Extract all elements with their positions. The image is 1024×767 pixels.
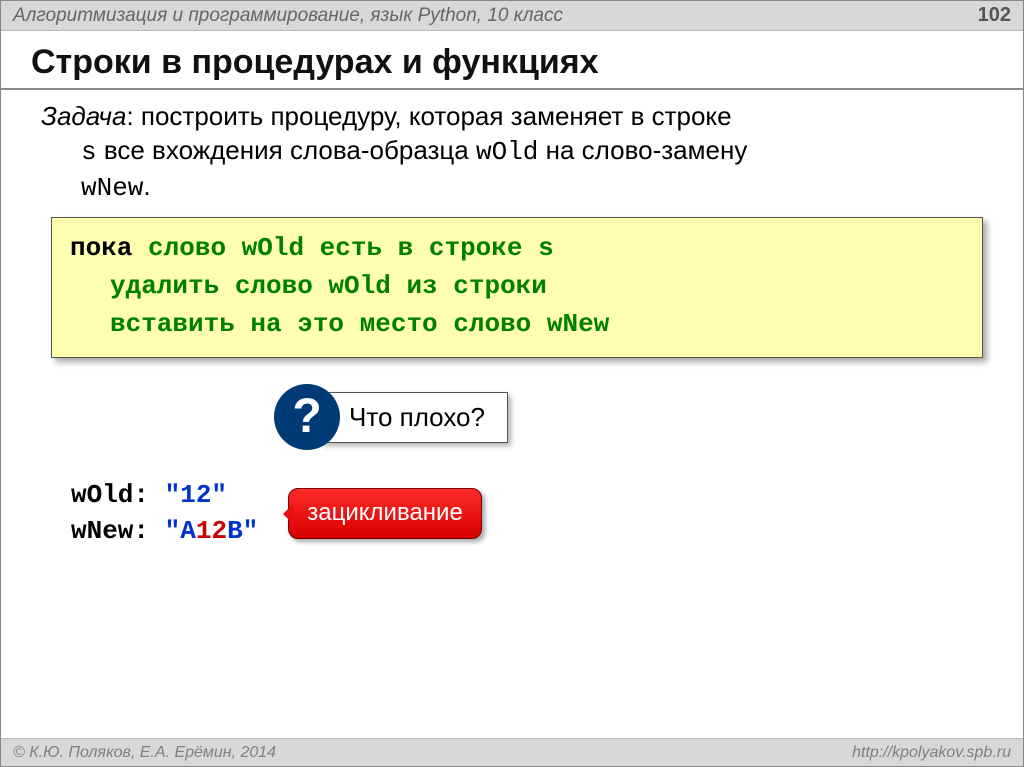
example-wold: wOld: "12": [71, 478, 258, 513]
example-block: wOld: "12" wNew: "A12B" зацикливание: [71, 478, 993, 548]
task-paragraph: Задача: построить процедуру, которая зам…: [41, 100, 993, 205]
question-callout: ? Что плохо?: [276, 386, 993, 448]
task-line1a: : построить процедуру, которая заменяет …: [126, 101, 731, 131]
slide-body: Задача: построить процедуру, которая зам…: [1, 90, 1023, 549]
question-text: Что плохо?: [320, 392, 508, 444]
question-mark-icon: ?: [276, 386, 338, 448]
code-wnew: wNew: [81, 173, 143, 203]
code-line-3: вставить на это место слово wNew: [70, 306, 964, 344]
copyright: © К.Ю. Поляков, Е.А. Ерёмин, 2014: [13, 744, 276, 762]
slide: Алгоритмизация и программирование, язык …: [0, 0, 1024, 767]
task-line2b: на слово-замену: [546, 135, 748, 165]
course-title: Алгоритмизация и программирование, язык …: [13, 5, 563, 27]
code-line-1: пока слово wOld есть в строке s: [70, 230, 964, 268]
task-period: .: [143, 171, 150, 201]
pseudocode-box: пока слово wOld есть в строке s удалить …: [51, 217, 983, 358]
footer: © К.Ю. Поляков, Е.А. Ерёмин, 2014 http:/…: [1, 738, 1023, 766]
code-line-2: удалить слово wOld из строки: [70, 268, 964, 306]
warning-callout: зацикливание: [288, 488, 482, 538]
code-wold: wOld: [476, 137, 538, 167]
footer-url: http://kpolyakov.spb.ru: [852, 744, 1011, 762]
example-wnew: wNew: "A12B": [71, 514, 258, 549]
example-values: wOld: "12" wNew: "A12B": [71, 478, 258, 548]
task-label: Задача: [41, 101, 126, 131]
code-s: s: [81, 137, 97, 167]
slide-title: Строки в процедурах и функциях: [1, 31, 1023, 90]
page-number: 102: [978, 4, 1011, 27]
task-line2a: все вхождения слова-образца: [104, 135, 476, 165]
top-bar: Алгоритмизация и программирование, язык …: [1, 1, 1023, 31]
